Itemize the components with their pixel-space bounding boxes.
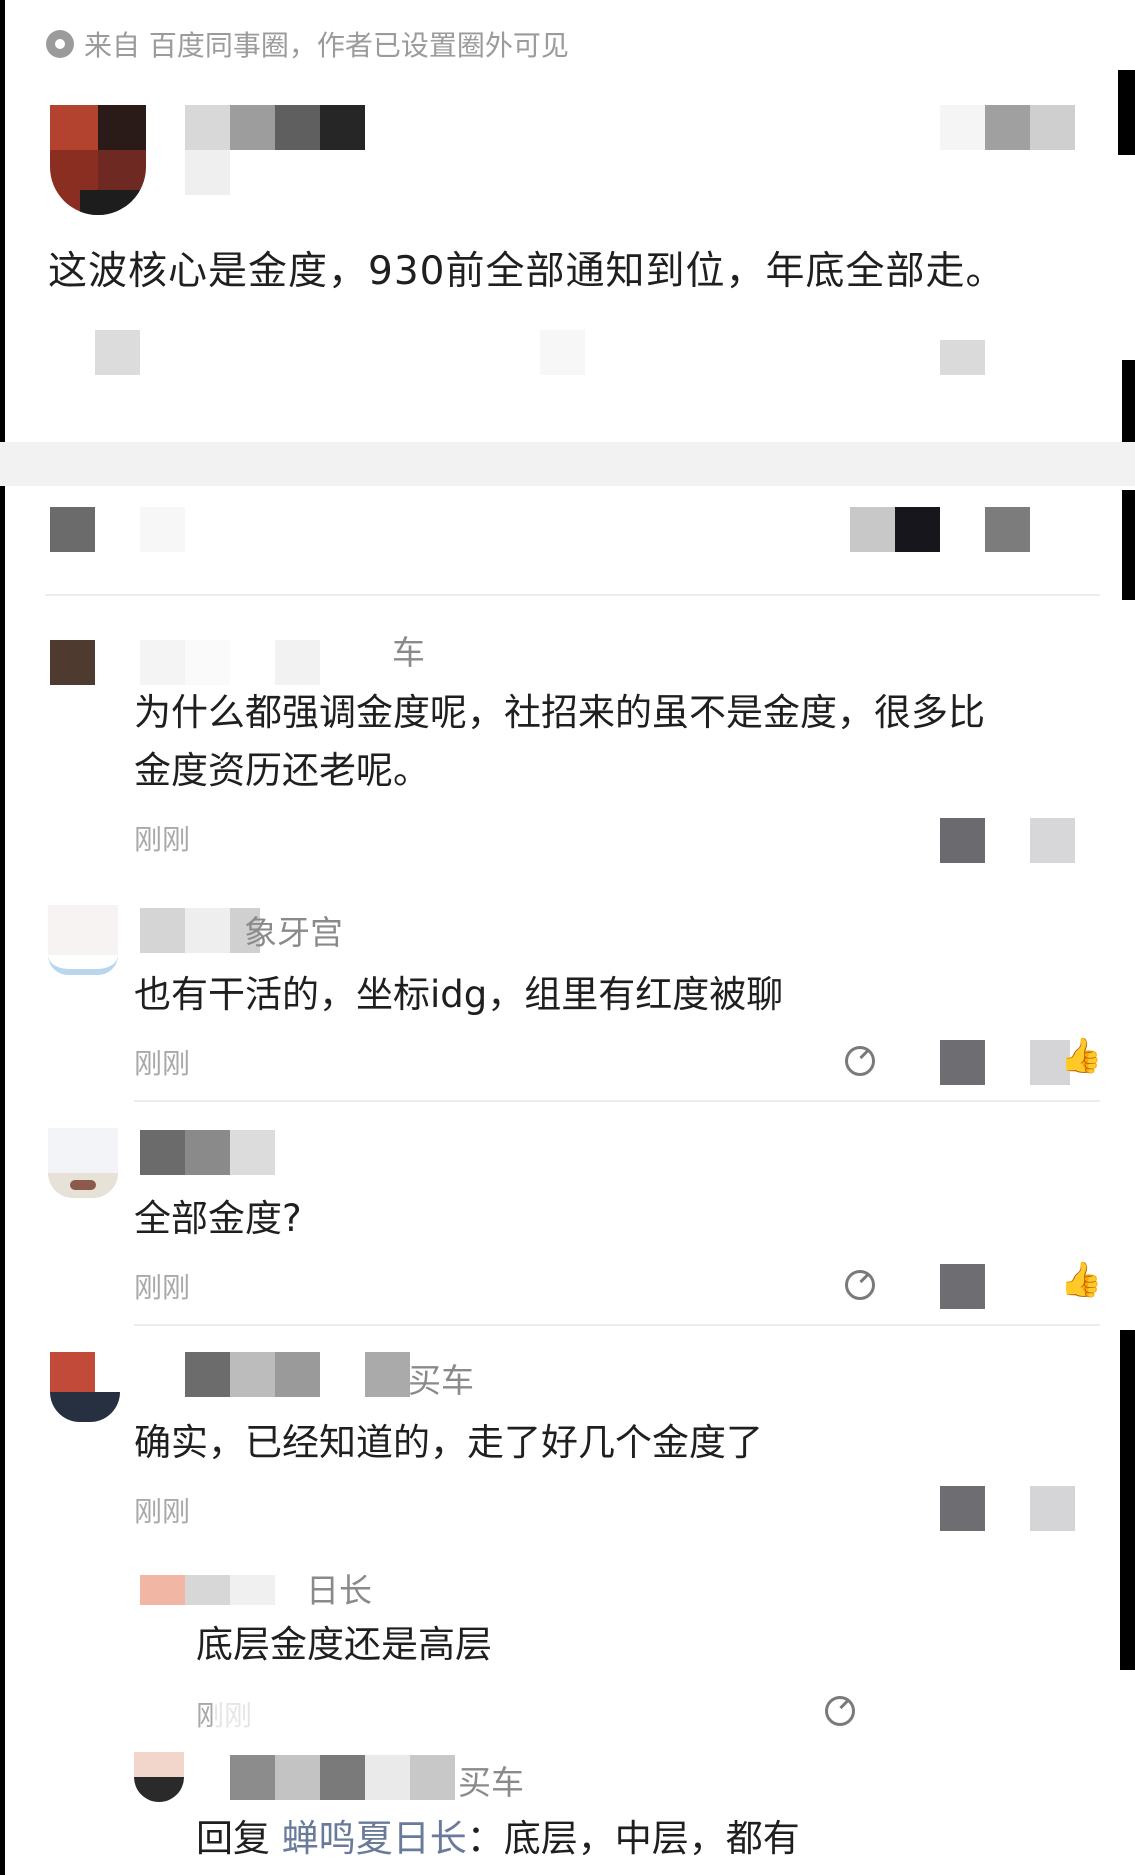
reply-2-name-mosaic [230,1755,455,1800]
stats-mosaic-3 [850,507,895,552]
reply-2-name: 买车 [458,1763,524,1802]
post-author-avatar[interactable] [50,105,146,215]
comment-1-text-line1: 为什么都强调金度呢，社招来的虽不是金度，很多比 [134,691,985,734]
comment-2-time: 刚刚 [134,1047,191,1080]
reply-2-text-line: 回复 蝉鸣夏日长：底层，中层，都有 [196,1810,800,1868]
post-header-mosaic-right [940,105,1075,150]
comment-2-name-mosaic [140,908,260,953]
share-icon[interactable] [845,1270,875,1300]
comments-divider [45,594,1100,596]
section-divider [0,442,1135,486]
comment-3-time: 刚刚 [134,1271,191,1304]
comment-2-name: 象牙宫 [244,913,343,952]
comment-1-name: 车 [392,633,425,672]
reply-2-avatar[interactable] [134,1752,184,1802]
post-action-mosaic-left [95,330,140,375]
reply-1-time-mosaic [215,1690,260,1740]
comment-4-text: 确实，已经知道的，走了好几个金度了 [134,1421,763,1464]
left-edge-line [0,0,5,1875]
post-author-name-mosaic [185,105,365,195]
comment-2-action-mosaic-1 [940,1040,985,1085]
source-text: 来自 百度同事圈，作者已设置圈外可见 [84,29,569,62]
comment-3-divider [134,1324,1100,1326]
comment-1-time: 刚刚 [134,823,191,856]
reply-2-target[interactable]: 蝉鸣夏日长 [282,1817,467,1860]
circle-dot-icon [46,30,74,58]
comment-1-action-mosaic-1 [940,818,985,863]
stats-mosaic-2 [140,507,185,552]
reply-1-text: 底层金度还是高层 [196,1623,492,1666]
right-edge-line-1 [1118,70,1135,155]
reply-1-name-mosaic [185,1575,305,1605]
comment-1-avatar[interactable] [50,640,120,710]
comment-4-avatar[interactable] [50,1352,120,1422]
comment-3-action-mosaic-1 [940,1264,985,1309]
post-action-mosaic-right [940,340,985,375]
comment-4-action-mosaic-2 [1030,1486,1075,1531]
comment-2-avatar[interactable] [48,905,118,975]
comment-3-avatar[interactable] [48,1128,118,1198]
source-bar: 来自 百度同事圈，作者已设置圈外可见 [46,24,569,64]
stats-mosaic-5 [985,507,1030,552]
post-text: 这波核心是金度，930前全部通知到位，年底全部走。 [48,249,1006,294]
comment-4-name: 买车 [408,1361,474,1400]
comment-1-action-mosaic-2 [1030,818,1075,863]
reply-2-text: 底层，中层，都有 [503,1817,800,1860]
comment-3-text: 全部金度? [134,1197,302,1240]
thumbs-up-icon[interactable]: 👍 [1060,1260,1102,1300]
post-action-mosaic-mid [540,330,585,375]
right-edge-line-3 [1122,490,1135,600]
reply-2-prefix: 回复 [196,1817,270,1860]
comment-2-text: 也有干活的，坐标idg，组里有红度被聊 [134,973,784,1016]
share-icon[interactable] [825,1696,855,1726]
comment-3-name-mosaic [140,1130,275,1175]
right-edge-line-2 [1122,360,1135,450]
reply-2-colon: ： [466,1817,504,1860]
comment-1-name-mosaic [140,640,410,685]
comment-2-divider [134,1100,1100,1102]
stats-mosaic-4 [895,507,940,552]
comment-4-action-mosaic-1 [940,1486,985,1531]
share-icon[interactable] [845,1046,875,1076]
comment-1-text-line2: 金度资历还老呢。 [134,749,430,792]
reply-1-avatar[interactable] [140,1575,185,1605]
thumbs-up-icon[interactable]: 👍 [1060,1036,1102,1076]
right-edge-line-4 [1120,1330,1135,1670]
stats-mosaic-1 [50,507,95,552]
reply-1-name: 日长 [306,1571,372,1610]
comment-4-time: 刚刚 [134,1495,191,1528]
